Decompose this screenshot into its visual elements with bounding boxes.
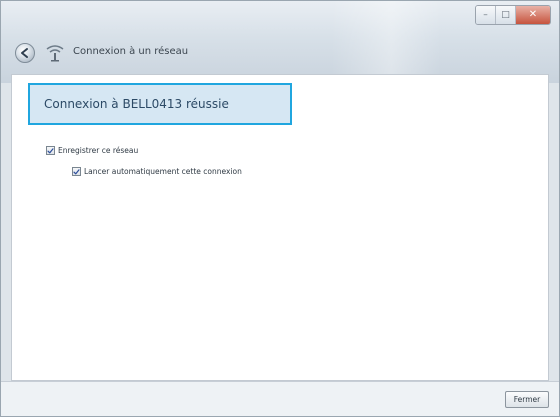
dialog-window: – □ ✕ Connexion à un réseau Connexion à … [0, 0, 560, 417]
window-title: Connexion à un réseau [73, 46, 189, 57]
window-controls: – □ ✕ [475, 5, 551, 25]
auto-connect-label: Lancer automatiquement cette connexion [84, 167, 242, 176]
back-button[interactable] [15, 43, 35, 63]
close-window-button[interactable]: ✕ [516, 6, 550, 24]
check-icon [47, 147, 54, 153]
save-network-label: Enregistrer ce réseau [58, 146, 139, 155]
check-icon [73, 168, 80, 174]
save-network-option[interactable]: Enregistrer ce réseau [46, 146, 138, 155]
auto-connect-option[interactable]: Lancer automatiquement cette connexion [72, 167, 242, 176]
save-network-checkbox[interactable] [46, 146, 55, 155]
content-panel: Connexion à BELL0413 réussie Enregistrer… [11, 74, 549, 381]
auto-connect-checkbox[interactable] [72, 167, 81, 176]
status-banner: Connexion à BELL0413 réussie [28, 83, 292, 125]
network-icon [46, 45, 64, 62]
maximize-button[interactable]: □ [496, 6, 516, 24]
close-button[interactable]: Fermer [505, 391, 549, 408]
status-message: Connexion à BELL0413 réussie [44, 97, 229, 111]
minimize-button[interactable]: – [476, 6, 496, 24]
dialog-footer: Fermer [1, 381, 559, 416]
back-arrow-icon [21, 48, 28, 58]
